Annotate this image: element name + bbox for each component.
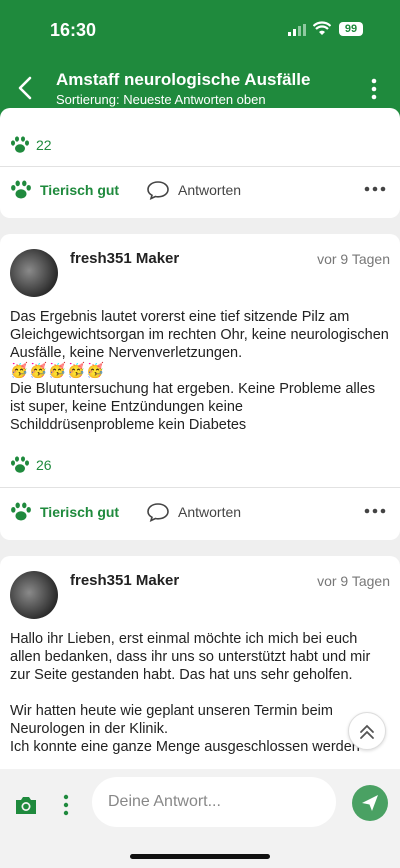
post-text: Ich konnte eine ganze Menge ausgeschloss… <box>10 739 360 755</box>
post-body: Das Ergebnis lautet vorerst eine tief si… <box>10 308 390 434</box>
scroll-to-top-button[interactable] <box>348 712 386 750</box>
like-count-text: 26 <box>36 457 52 473</box>
post-card: fresh351 Maker vor 9 Tagen Das Ergebnis … <box>0 234 400 540</box>
paw-icon <box>11 456 29 473</box>
paw-icon <box>11 180 31 199</box>
post-card: fresh351 Maker vor 9 Tagen Hallo ihr Lie… <box>0 556 400 796</box>
more-vertical-icon[interactable] <box>364 76 384 102</box>
camera-icon[interactable] <box>14 795 38 815</box>
home-indicator <box>130 854 270 859</box>
send-icon <box>362 795 378 811</box>
paw-icon <box>11 502 31 521</box>
post-card: 22 Tierisch gut Antworten <box>0 108 400 218</box>
author-name[interactable]: fresh351 Maker <box>70 250 179 267</box>
divider <box>0 487 400 488</box>
like-button-label: Tierisch gut <box>40 504 120 520</box>
post-actions: Tierisch gut Antworten <box>0 496 400 532</box>
author-name[interactable]: fresh351 Maker <box>70 572 179 589</box>
post-text: Hallo ihr Lieben, erst einmal möchte ich… <box>10 631 371 683</box>
like-count-text: 22 <box>36 137 52 153</box>
post-text: Das Ergebnis lautet vorerst eine tief si… <box>10 309 389 361</box>
like-button-label: Tierisch gut <box>40 182 120 198</box>
reply-button-label: Antworten <box>178 504 242 520</box>
cellular-signal-icon <box>288 24 306 36</box>
divider <box>0 166 400 167</box>
reply-composer: Deine Antwort... <box>0 769 400 868</box>
status-bar: 16:30 99 <box>0 0 400 58</box>
battery-icon: 99 <box>339 22 363 36</box>
tierisch-gut-button[interactable]: Tierisch gut <box>10 502 119 522</box>
reply-input[interactable]: Deine Antwort... <box>92 777 336 827</box>
like-count: 26 <box>10 456 52 474</box>
more-vertical-icon[interactable] <box>62 793 70 817</box>
double-chevron-up-icon <box>360 724 374 739</box>
avatar[interactable] <box>10 249 58 297</box>
more-horizontal-icon[interactable] <box>364 504 386 518</box>
post-actions: Tierisch gut Antworten <box>0 174 400 210</box>
back-arrow-icon[interactable] <box>14 74 38 102</box>
page-title: Amstaff neurologische Ausfälle <box>56 70 311 89</box>
reply-button[interactable]: Antworten <box>146 502 241 522</box>
reply-button-label: Antworten <box>178 182 242 198</box>
send-button[interactable] <box>352 785 388 821</box>
emoji-row: 🥳🥳🥳🥳🥳 <box>10 363 106 379</box>
post-text: Wir hatten heute wie geplant unseren Ter… <box>10 703 333 737</box>
post-date: vor 9 Tagen <box>317 573 390 589</box>
tierisch-gut-button[interactable]: Tierisch gut <box>10 180 119 200</box>
more-horizontal-icon[interactable] <box>364 182 386 196</box>
post-text: Die Blutuntersuchung hat ergeben. Keine … <box>10 381 376 433</box>
speech-bubble-icon <box>147 503 169 522</box>
avatar[interactable] <box>10 571 58 619</box>
like-count: 22 <box>10 136 52 154</box>
post-date: vor 9 Tagen <box>317 251 390 267</box>
reply-button[interactable]: Antworten <box>146 180 241 200</box>
status-time: 16:30 <box>50 20 97 40</box>
post-body: Hallo ihr Lieben, erst einmal möchte ich… <box>10 630 390 756</box>
paw-icon <box>11 136 29 153</box>
wifi-icon <box>313 21 331 35</box>
speech-bubble-icon <box>147 181 169 200</box>
sort-subtitle[interactable]: Sortierung: Neueste Antworten oben <box>56 92 266 107</box>
